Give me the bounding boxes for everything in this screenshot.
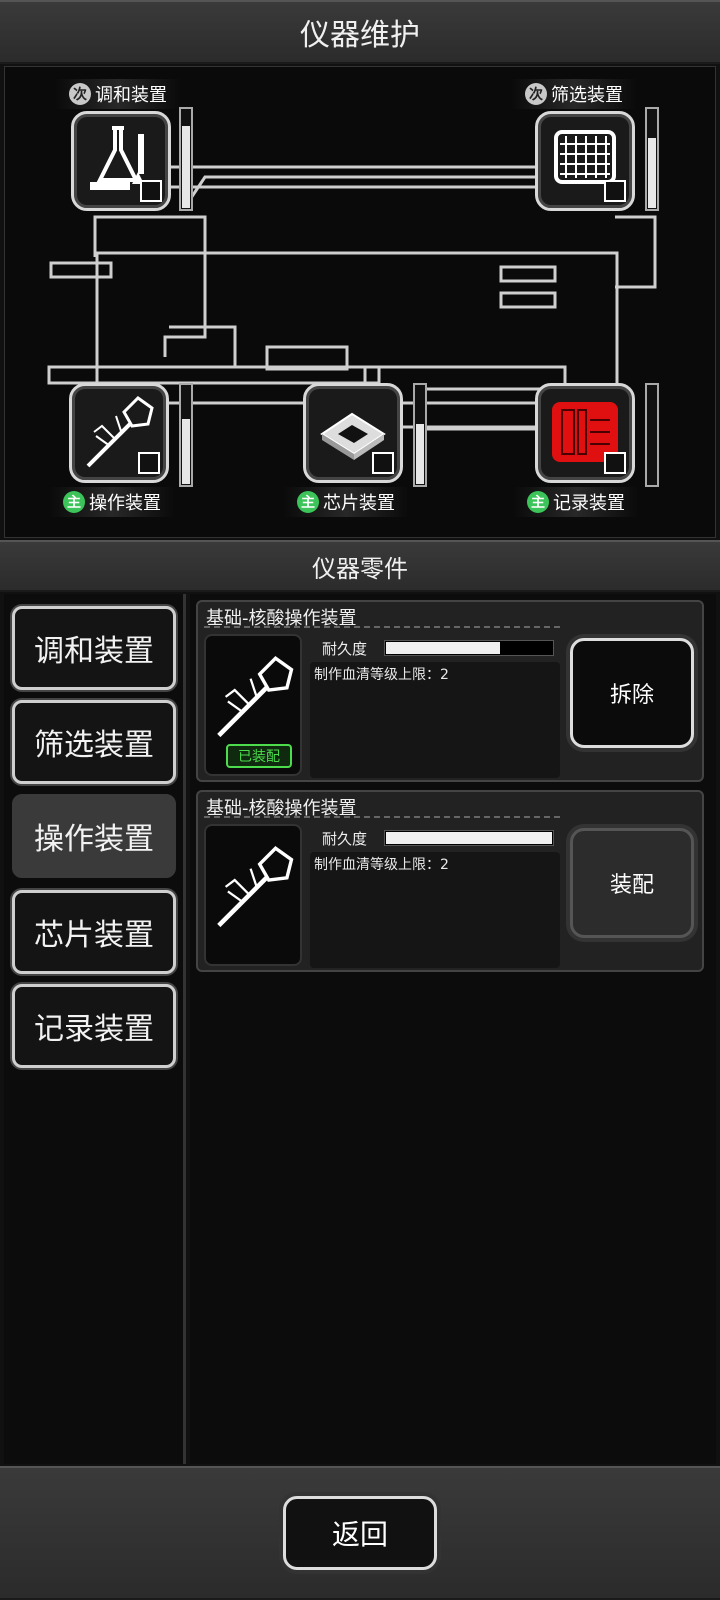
dna-icon (140, 180, 162, 202)
part-description-box: 制作血清等级上限：2 (310, 852, 560, 968)
slot-operation-device[interactable] (69, 383, 169, 483)
primary-badge: 主 (63, 491, 85, 513)
slot-chip-device[interactable] (303, 383, 403, 483)
category-operation-button[interactable]: 操作装置 (12, 794, 176, 878)
category-label: 芯片装置 (34, 918, 154, 953)
gauge-fill (648, 138, 656, 208)
durability-bar (384, 640, 554, 656)
gauge-record (645, 383, 659, 487)
part-thumbnail: 已装配 (204, 634, 302, 776)
durability-fill (386, 832, 553, 844)
slot-label-text: 记录装置 (553, 493, 625, 514)
page-title-text: 仪器维护 (300, 18, 420, 53)
parts-list: 基础-核酸操作装置 已装配 耐久度 制作血清等级上限：2 拆除 基础-核酸操作装… (190, 594, 716, 1464)
durability-label: 耐久度 (322, 830, 368, 848)
category-chip-button[interactable]: 芯片装置 (12, 890, 176, 974)
slot-label-filter: 次 筛选装置 (511, 79, 637, 109)
dna-icon (138, 452, 160, 474)
bacteriophage-icon (217, 846, 294, 928)
secondary-badge: 次 (525, 83, 547, 105)
back-label: 返回 (331, 1518, 388, 1551)
part-description: 制作血清等级上限：2 (314, 857, 449, 873)
slot-label-text: 筛选装置 (551, 85, 623, 106)
durability-fill (386, 642, 501, 654)
category-label: 记录装置 (34, 1012, 154, 1047)
parts-section-header: 仪器零件 (0, 540, 720, 592)
part-description-box: 制作血清等级上限：2 (310, 662, 560, 778)
durability-label: 耐久度 (322, 640, 368, 658)
slot-label-chip: 主 芯片装置 (283, 487, 409, 517)
machine-diagram: 次 调和装置 次 筛选装置 主 操作装置 主 芯片装置 主 记录装置 (4, 66, 716, 538)
slot-label-blend: 次 调和装置 (55, 79, 181, 109)
category-label: 筛选装置 (34, 728, 154, 763)
back-button[interactable]: 返回 (283, 1496, 437, 1570)
gauge-operation (179, 383, 193, 487)
dna-icon (604, 452, 626, 474)
durability-bar (384, 830, 554, 846)
gauge-fill (182, 419, 190, 484)
category-blend-button[interactable]: 调和装置 (12, 606, 176, 690)
category-label: 操作装置 (34, 822, 154, 857)
parts-section-title: 仪器零件 (312, 554, 408, 583)
category-sidebar: 调和装置 筛选装置 操作装置 芯片装置 记录装置 (4, 594, 186, 1464)
part-thumbnail (204, 824, 302, 966)
slot-record-device[interactable] (535, 383, 635, 483)
secondary-badge: 次 (69, 83, 91, 105)
equip-label: 装配 (609, 873, 654, 898)
slot-blend-device[interactable] (71, 111, 171, 211)
slot-label-operation: 主 操作装置 (49, 487, 175, 517)
slot-label-text: 调和装置 (95, 85, 167, 106)
gauge-filter (645, 107, 659, 211)
gauge-blend (179, 107, 193, 211)
category-record-button[interactable]: 记录装置 (12, 984, 176, 1068)
slot-filter-device[interactable] (535, 111, 635, 211)
gauge-chip (413, 383, 427, 487)
remove-label: 拆除 (609, 683, 654, 708)
bacteriophage-icon (217, 656, 294, 738)
gauge-fill (182, 126, 190, 208)
dna-icon (372, 452, 394, 474)
primary-badge: 主 (297, 491, 319, 513)
category-label: 调和装置 (34, 634, 154, 669)
primary-badge: 主 (527, 491, 549, 513)
category-filter-button[interactable]: 筛选装置 (12, 700, 176, 784)
dna-icon (604, 180, 626, 202)
gauge-fill (416, 424, 424, 484)
slot-label-record: 主 记录装置 (513, 487, 639, 517)
slot-label-text: 操作装置 (89, 493, 161, 514)
page-title: 仪器维护 (0, 0, 720, 64)
equipped-badge: 已装配 (226, 744, 292, 768)
slot-label-text: 芯片装置 (323, 493, 395, 514)
part-card: 基础-核酸操作装置 耐久度 制作血清等级上限：2 装配 (196, 790, 704, 972)
divider (204, 816, 560, 818)
divider (204, 626, 560, 628)
part-description: 制作血清等级上限：2 (314, 667, 449, 683)
remove-button[interactable]: 拆除 (570, 638, 694, 748)
part-card: 基础-核酸操作装置 已装配 耐久度 制作血清等级上限：2 拆除 (196, 600, 704, 782)
equip-button[interactable]: 装配 (570, 828, 694, 938)
